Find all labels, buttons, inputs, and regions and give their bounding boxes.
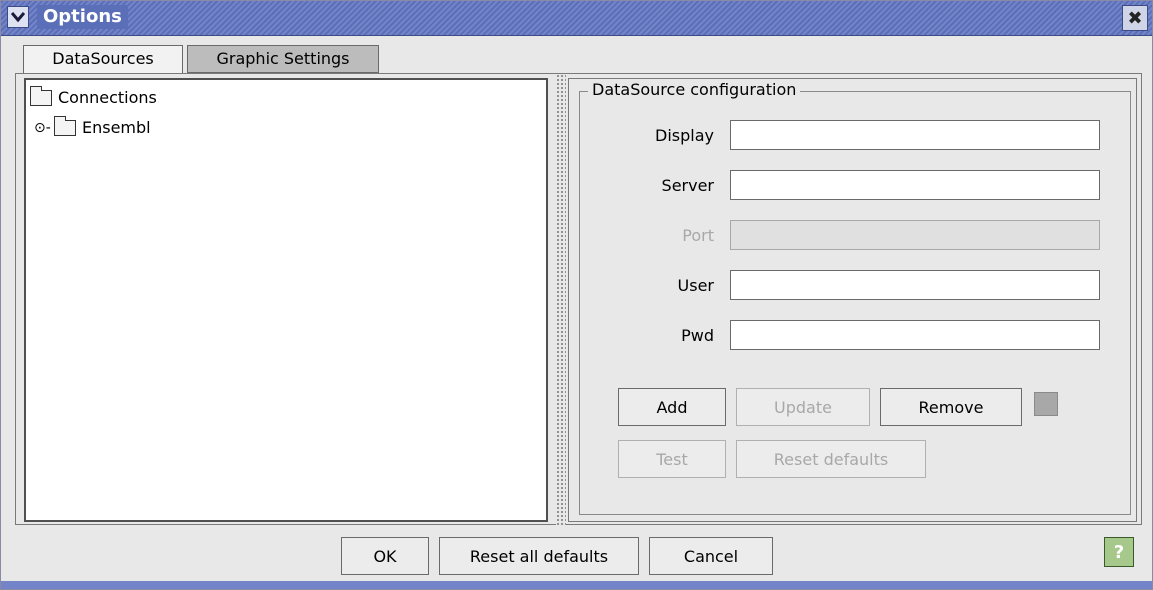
display-label: Display [655, 126, 714, 145]
pwd-field[interactable] [730, 320, 1100, 350]
tree-node-label: Ensembl [82, 118, 151, 137]
reset-all-defaults-button[interactable]: Reset all defaults [439, 537, 639, 575]
user-label: User [677, 276, 714, 295]
group-title: DataSource configuration [588, 80, 801, 99]
window-title: Options [37, 5, 128, 29]
tab-datasources[interactable]: DataSources [23, 45, 183, 75]
window-bottom-border [1, 581, 1152, 589]
chevron-down-icon [11, 12, 25, 22]
reset-defaults-button[interactable]: Reset defaults [736, 440, 926, 478]
title-bar[interactable]: Options ✖ [1, 1, 1152, 36]
user-field[interactable] [730, 270, 1100, 300]
server-label: Server [661, 176, 714, 195]
update-button[interactable]: Update [736, 388, 870, 426]
datasources-panel: Connections ⊙- Ensembl DataSource config… [15, 73, 1142, 526]
dialog-button-bar: OK Reset all defaults Cancel [1, 529, 1152, 579]
close-icon: ✖ [1127, 7, 1143, 29]
test-button[interactable]: Test [618, 440, 726, 478]
connections-tree[interactable]: Connections ⊙- Ensembl [24, 78, 548, 522]
help-icon[interactable]: ? [1104, 537, 1134, 567]
pwd-label: Pwd [681, 326, 714, 345]
status-indicator-icon [1034, 392, 1058, 416]
folder-icon [54, 115, 76, 136]
display-field[interactable] [730, 120, 1100, 150]
tab-graphic-settings[interactable]: Graphic Settings [187, 45, 379, 73]
port-field[interactable] [730, 220, 1100, 250]
remove-button[interactable]: Remove [880, 388, 1022, 426]
tree-node-ensembl[interactable]: ⊙- Ensembl [34, 115, 151, 137]
datasource-config-panel: DataSource configuration Display Server … [568, 78, 1137, 522]
split-pane-divider[interactable] [556, 74, 566, 526]
options-dialog: Options ✖ DataSources Graphic Settings C… [0, 0, 1153, 590]
expand-handle-icon[interactable]: ⊙- [34, 120, 51, 136]
tree-node-label: Connections [58, 88, 157, 107]
close-button[interactable]: ✖ [1122, 5, 1148, 31]
folder-icon [30, 85, 52, 106]
ok-button[interactable]: OK [341, 537, 429, 575]
add-button[interactable]: Add [618, 388, 726, 426]
cancel-button[interactable]: Cancel [649, 537, 773, 575]
datasource-config-group: DataSource configuration Display Server … [579, 80, 1131, 515]
server-field[interactable] [730, 170, 1100, 200]
port-label: Port [682, 226, 714, 245]
tree-node-connections[interactable]: Connections [30, 85, 157, 107]
window-menu-button[interactable] [7, 6, 29, 28]
